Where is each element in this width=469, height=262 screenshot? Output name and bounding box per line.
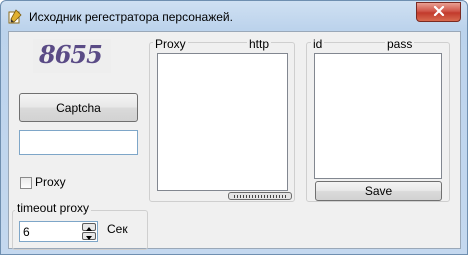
proxy-list[interactable] — [157, 53, 288, 191]
timeout-value[interactable]: 6 — [23, 225, 30, 239]
proxy-checkbox[interactable] — [20, 177, 32, 189]
timeout-spinbox[interactable]: 6 — [19, 221, 98, 242]
app-window: Исходник регестратора персонажей. 8655 C… — [0, 0, 468, 255]
spin-down-button[interactable] — [82, 232, 96, 240]
window-title: Исходник регестратора персонажей. — [29, 10, 233, 24]
http-column-header: http — [247, 37, 272, 51]
captcha-image-text: 8655 — [39, 40, 103, 69]
timeout-unit-label: Сек — [107, 222, 128, 236]
id-pass-list[interactable] — [314, 53, 442, 179]
close-icon — [433, 5, 445, 19]
captcha-input[interactable] — [19, 130, 138, 155]
captcha-button[interactable]: Captcha — [19, 93, 138, 122]
proxy-column-header: Proxy — [153, 37, 188, 51]
captcha-image: 8655 — [33, 39, 111, 73]
client-area: 8655 Captcha Proxy timeout proxy 6 Сек P… — [8, 31, 461, 250]
timeout-group-label: timeout proxy — [15, 201, 92, 215]
close-button[interactable] — [416, 2, 461, 22]
grip-icon — [234, 195, 286, 198]
app-icon — [7, 9, 23, 25]
title-bar[interactable]: Исходник регестратора персонажей. — [1, 1, 467, 31]
save-button[interactable]: Save — [315, 181, 442, 201]
spin-buttons — [82, 223, 96, 240]
id-column-header: id — [311, 37, 325, 51]
proxy-checkbox-label: Proxy — [35, 175, 66, 189]
proxy-splitter-handle[interactable] — [228, 192, 292, 200]
pass-column-header: pass — [385, 37, 415, 51]
arrow-down-icon — [86, 229, 92, 243]
